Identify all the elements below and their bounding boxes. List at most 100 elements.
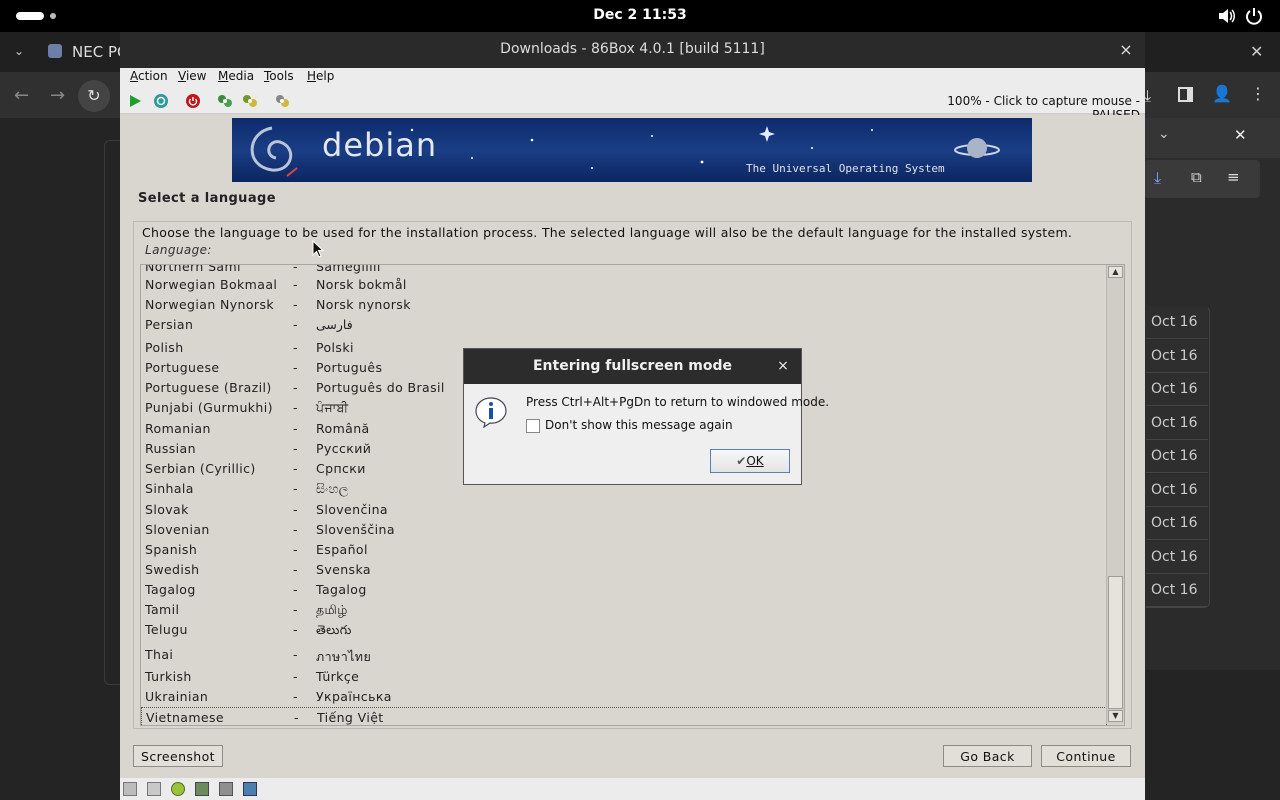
language-native-name: Norsk nynorsk	[316, 297, 411, 312]
panel-close-icon[interactable]: ✕	[1234, 126, 1247, 144]
banner-logo-text: debian	[322, 126, 438, 164]
browser-close-icon[interactable]: ✕	[1250, 42, 1263, 61]
network-icon[interactable]	[219, 782, 233, 796]
language-english-name: Thai	[145, 647, 174, 662]
machine-config-icon[interactable]	[274, 93, 290, 109]
download-date[interactable]: Oct 16	[1146, 574, 1208, 607]
language-row[interactable]: Slovak - Slovenčina	[141, 500, 1107, 520]
language-row[interactable]: Vietnamese - Tiếng Việt	[141, 707, 1107, 725]
language-row[interactable]: Tagalog - Tagalog	[141, 580, 1107, 600]
language-separator: -	[293, 562, 298, 577]
volume-icon[interactable]	[1216, 6, 1236, 26]
go-back-button[interactable]: Go Back	[943, 745, 1032, 767]
language-row[interactable]: Norwegian Bokmaal - Norsk bokmål	[141, 275, 1107, 295]
language-separator: -	[293, 277, 298, 292]
language-english-name: Portuguese (Brazil)	[145, 380, 272, 395]
language-native-name: فارسی	[316, 317, 353, 332]
menu-action[interactable]: Action	[130, 69, 168, 83]
language-separator: -	[293, 380, 298, 395]
tab-list-chevron-icon[interactable]: ⌄	[14, 44, 24, 58]
dialog-message: Press Ctrl+Alt+PgDn to return to windowe…	[526, 395, 830, 409]
power-icon[interactable]	[1244, 6, 1264, 26]
language-english-name: Russian	[145, 441, 196, 456]
sidebar-toggle-icon[interactable]	[1178, 87, 1193, 102]
page-card-edge	[104, 140, 120, 685]
scroll-thumb[interactable]	[1108, 576, 1123, 709]
language-row[interactable]: Turkish - Türkçe	[141, 667, 1107, 687]
download-date[interactable]: Oct 16	[1146, 407, 1208, 440]
language-english-name: Swedish	[145, 562, 200, 577]
language-row[interactable]: Thai - ภาษาไทย	[141, 645, 1107, 665]
info-icon	[475, 397, 507, 428]
language-row[interactable]: Persian - فارسی	[141, 315, 1107, 335]
dont-show-again-checkbox[interactable]	[526, 419, 540, 433]
language-separator: -	[293, 522, 298, 537]
language-row[interactable]: Swedish - Svenska	[141, 560, 1107, 580]
language-row[interactable]: Tamil - தமிழ்	[141, 600, 1107, 620]
menu-view[interactable]: View	[178, 69, 206, 83]
play-icon[interactable]	[127, 93, 143, 109]
download-date[interactable]: Oct 16	[1146, 541, 1208, 574]
language-english-name: Tamil	[145, 602, 180, 617]
menu-media[interactable]: Media	[218, 69, 254, 83]
hamburger-menu-icon[interactable]: ≡	[1227, 168, 1240, 186]
dialog-close-button[interactable]: ×	[774, 358, 792, 376]
download-date[interactable]: Oct 16	[1146, 373, 1208, 406]
download-date[interactable]: Oct 16	[1146, 507, 1208, 540]
scroll-down-icon[interactable]: ▼	[1108, 710, 1123, 722]
download-date[interactable]: Oct 16	[1146, 340, 1208, 373]
forward-icon[interactable]: →	[50, 85, 65, 106]
ok-button[interactable]: ✔OK	[710, 449, 790, 473]
language-english-name: Ukrainian	[145, 689, 209, 704]
downloads-icon[interactable]: ⤓	[1144, 86, 1151, 106]
language-row[interactable]: Telugu - తెలుగు	[141, 620, 1107, 640]
language-separator: -	[293, 360, 298, 375]
clock[interactable]: Dec 2 11:53	[0, 7, 1280, 23]
download-date[interactable]: Oct 16	[1146, 440, 1208, 473]
download-arrow-icon[interactable]: ⤓	[1154, 168, 1161, 188]
language-native-name: Slovenščina	[316, 522, 395, 537]
hard-disk-icon[interactable]	[195, 782, 209, 796]
reset-icon[interactable]	[153, 93, 169, 109]
power-off-icon[interactable]	[185, 93, 201, 109]
floppy-drive-b-icon[interactable]	[147, 782, 161, 796]
language-separator: -	[293, 441, 298, 456]
language-native-name: Slovenčina	[316, 502, 388, 517]
back-icon[interactable]: ←	[14, 85, 29, 106]
kebab-menu-icon[interactable]: ⋮	[1250, 84, 1266, 103]
language-row[interactable]: Ukrainian - Українська	[141, 687, 1107, 707]
sound-icon[interactable]	[243, 782, 257, 796]
language-native-name: ภาษาไทย	[316, 649, 372, 664]
scroll-up-icon[interactable]: ▲	[1108, 266, 1123, 278]
reload-icon[interactable]: ↻	[78, 80, 110, 112]
floppy-drive-a-icon[interactable]	[123, 782, 137, 796]
menu-help[interactable]: Help	[307, 69, 334, 83]
window-close-button[interactable]: ×	[1116, 40, 1136, 60]
language-separator: -	[293, 317, 298, 332]
language-separator: -	[294, 710, 299, 725]
screenshot-button[interactable]: Screenshot	[133, 745, 223, 767]
language-row[interactable]: Slovenian - Slovenščina	[141, 520, 1107, 540]
continue-button[interactable]: Continue	[1041, 745, 1131, 767]
language-list[interactable]: Northern Sami - Sámegillii Norwegian Bokmaa…	[140, 264, 1125, 726]
ctrl-alt-del-icon[interactable]	[217, 93, 233, 109]
language-english-name: Spanish	[145, 542, 198, 557]
download-date[interactable]: Oct 16	[1146, 474, 1208, 507]
language-separator: -	[293, 340, 298, 355]
language-row[interactable]: Spanish - Español	[141, 540, 1107, 560]
extensions-icon[interactable]: ⧉	[1191, 168, 1202, 186]
language-separator: -	[293, 582, 298, 597]
settings-gears-icon[interactable]	[242, 93, 258, 109]
panel-chevron-icon[interactable]: ⌄	[1158, 126, 1170, 142]
mouse-cursor-icon	[312, 240, 324, 258]
dont-show-again-label[interactable]: Don't show this message again	[545, 418, 733, 432]
language-separator: -	[293, 400, 298, 415]
account-icon[interactable]: 👤	[1212, 84, 1232, 103]
menu-tools[interactable]: Tools	[264, 69, 294, 83]
cdrom-drive-icon[interactable]	[171, 782, 185, 796]
dialog-title: Entering fullscreen mode	[532, 358, 733, 374]
language-native-name: தமிழ்	[316, 602, 348, 617]
download-date[interactable]: Oct 16	[1146, 306, 1208, 339]
language-english-name: Northern Sami	[145, 264, 241, 274]
language-row[interactable]: Norwegian Nynorsk - Norsk nynorsk	[141, 295, 1107, 315]
